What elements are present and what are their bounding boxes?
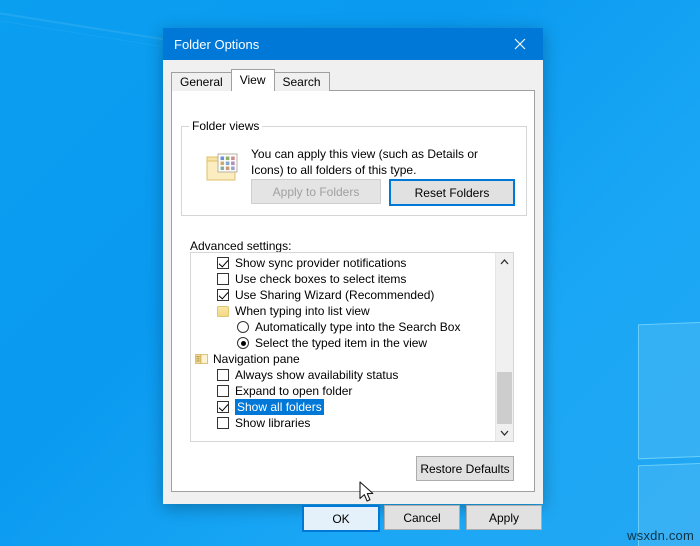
advanced-setting-row[interactable]: Expand to open folder: [191, 383, 495, 399]
advanced-setting-label: Show sync provider notifications: [235, 256, 407, 270]
folder-options-dialog: Folder Options General View Search Folde…: [163, 28, 543, 532]
folder-views-icon: [205, 151, 243, 184]
folder-icon: [217, 305, 229, 317]
advanced-setting-row[interactable]: When typing into list view: [191, 303, 495, 319]
advanced-setting-row[interactable]: Show libraries: [191, 415, 495, 431]
dialog-title: Folder Options: [174, 36, 260, 52]
advanced-settings-label: Advanced settings:: [190, 239, 292, 253]
navigation-pane-icon: [195, 353, 208, 365]
advanced-setting-label: Navigation pane: [213, 352, 300, 366]
checkbox-checked[interactable]: [217, 257, 229, 269]
advanced-setting-row[interactable]: Use check boxes to select items: [191, 271, 495, 287]
advanced-setting-label: Show all folders: [235, 399, 324, 415]
advanced-setting-row[interactable]: Navigation pane: [191, 351, 495, 367]
apply-to-folders-button[interactable]: Apply to Folders: [251, 179, 381, 204]
scroll-up-icon[interactable]: [496, 253, 513, 270]
advanced-setting-row[interactable]: Show all folders: [191, 399, 495, 415]
advanced-setting-label: Select the typed item in the view: [255, 336, 428, 350]
folder-views-description: You can apply this view (such as Details…: [251, 147, 479, 177]
windows-logo-pane: [638, 319, 700, 460]
advanced-setting-label: Always show availability status: [235, 368, 399, 382]
advanced-setting-label: Use check boxes to select items: [235, 272, 407, 286]
checkbox-unchecked[interactable]: [217, 273, 229, 285]
restore-defaults-button[interactable]: Restore Defaults: [416, 456, 514, 481]
folder-views-legend: Folder views: [189, 119, 263, 133]
radio-unselected[interactable]: [237, 321, 249, 333]
dialog-titlebar: Folder Options: [163, 28, 543, 60]
apply-button[interactable]: Apply: [466, 505, 542, 530]
checkbox-unchecked[interactable]: [217, 369, 229, 381]
ok-button[interactable]: OK: [302, 505, 380, 532]
advanced-setting-row[interactable]: Automatically type into the Search Box: [191, 319, 495, 335]
tab-search[interactable]: Search: [273, 72, 330, 91]
reset-folders-button[interactable]: Reset Folders: [389, 179, 515, 206]
tab-general[interactable]: General: [171, 72, 232, 91]
checkbox-checked[interactable]: [217, 401, 229, 413]
advanced-setting-label: Expand to open folder: [235, 384, 353, 398]
tab-strip: General View Search: [171, 69, 535, 91]
close-icon[interactable]: [497, 28, 543, 60]
dialog-body: General View Search Folder views You can…: [163, 60, 543, 532]
checkbox-unchecked[interactable]: [217, 417, 229, 429]
advanced-setting-label: Use Sharing Wizard (Recommended): [235, 288, 435, 302]
radio-selected[interactable]: [237, 337, 249, 349]
advanced-setting-label: Automatically type into the Search Box: [255, 320, 461, 334]
scroll-down-icon[interactable]: [496, 424, 513, 441]
tab-view[interactable]: View: [230, 69, 275, 91]
advanced-setting-label: When typing into list view: [235, 304, 370, 318]
site-watermark: wsxdn.com: [627, 528, 694, 543]
advanced-settings-scrollbar[interactable]: [495, 253, 513, 441]
cancel-button[interactable]: Cancel: [384, 505, 460, 530]
advanced-setting-row[interactable]: Use Sharing Wizard (Recommended): [191, 287, 495, 303]
advanced-settings-list[interactable]: Show sync provider notifications Use chec…: [190, 252, 514, 442]
checkbox-checked[interactable]: [217, 289, 229, 301]
advanced-setting-row[interactable]: Always show availability status: [191, 367, 495, 383]
advanced-setting-row[interactable]: Select the typed item in the view: [191, 335, 495, 351]
checkbox-unchecked[interactable]: [217, 385, 229, 397]
advanced-setting-label: Show libraries: [235, 416, 311, 430]
advanced-settings-items: Show sync provider notifications Use chec…: [191, 253, 495, 441]
advanced-setting-row[interactable]: Show sync provider notifications: [191, 255, 495, 271]
